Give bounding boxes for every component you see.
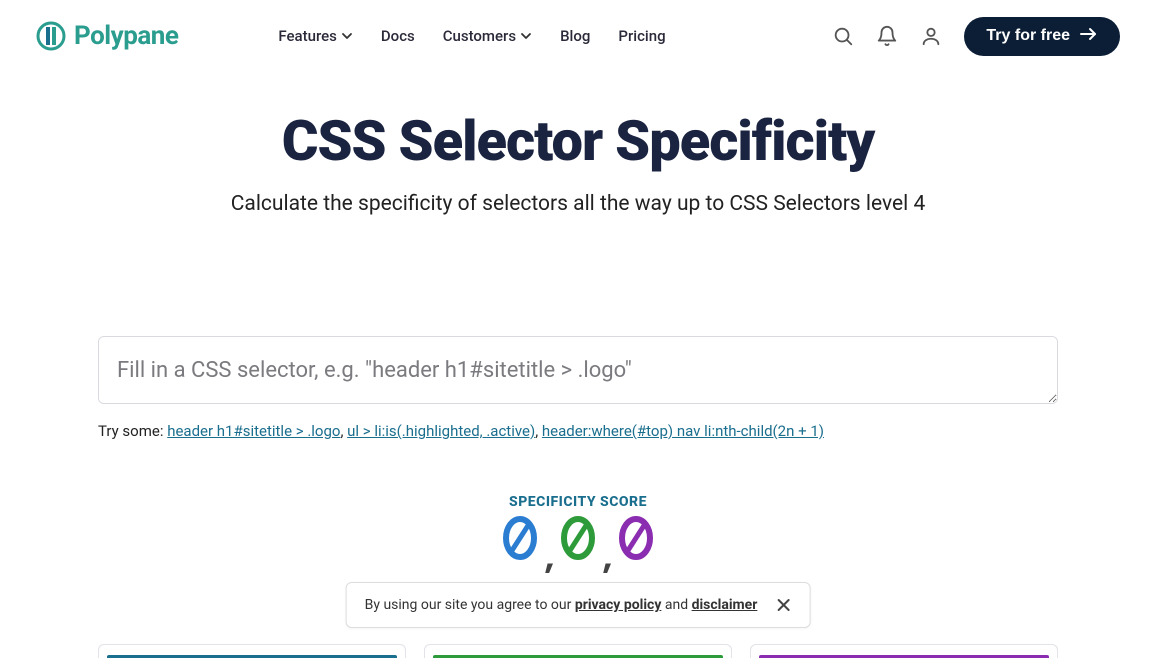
comma: , bbox=[537, 537, 561, 577]
nav-docs-label: Docs bbox=[381, 27, 415, 45]
bell-icon[interactable] bbox=[876, 25, 898, 47]
top-nav: Polypane Features Docs Customers Blog Pr… bbox=[0, 0, 1156, 72]
arrow-right-icon bbox=[1080, 27, 1098, 46]
nav-pricing[interactable]: Pricing bbox=[618, 27, 665, 45]
score-digits: , , bbox=[0, 516, 1156, 569]
try-for-free-button[interactable]: Try for free bbox=[964, 17, 1120, 56]
class-card bbox=[424, 644, 732, 658]
search-icon[interactable] bbox=[832, 25, 854, 47]
chevron-down-icon bbox=[520, 30, 532, 42]
cookie-notice: By using our site you agree to our priva… bbox=[346, 582, 811, 628]
example-link-2[interactable]: ul > li:is(.highlighted, .active) bbox=[347, 422, 535, 440]
logo[interactable]: Polypane bbox=[36, 21, 178, 51]
privacy-policy-link[interactable]: privacy policy bbox=[575, 597, 662, 613]
comma: , bbox=[595, 537, 619, 577]
try-label: Try some: bbox=[98, 422, 167, 440]
nav-docs[interactable]: Docs bbox=[381, 27, 415, 45]
cookie-text: By using our site you agree to our priva… bbox=[365, 597, 758, 613]
hero: CSS Selector Specificity Calculate the s… bbox=[0, 72, 1156, 216]
result-cards bbox=[98, 644, 1058, 658]
score-class-digit bbox=[561, 516, 595, 560]
example-link-1[interactable]: header h1#sitetitle > .logo bbox=[167, 422, 340, 440]
page-subtitle: Calculate the specificity of selectors a… bbox=[0, 192, 1156, 216]
nav-customers[interactable]: Customers bbox=[443, 27, 532, 45]
user-icon[interactable] bbox=[920, 25, 942, 47]
score-id-digit bbox=[503, 516, 537, 560]
example-link-3[interactable]: header:where(#top) nav li:nth-child(2n +… bbox=[542, 422, 824, 440]
logo-mark-icon bbox=[36, 21, 66, 51]
cta-label: Try for free bbox=[986, 27, 1070, 45]
disclaimer-link[interactable]: disclaimer bbox=[692, 597, 758, 613]
page-title: CSS Selector Specificity bbox=[0, 108, 1156, 174]
nav-features-label: Features bbox=[278, 27, 336, 45]
nav-links: Features Docs Customers Blog Pricing bbox=[278, 27, 665, 45]
score-label: SPECIFICITY SCORE bbox=[0, 494, 1156, 510]
nav-blog-label: Blog bbox=[560, 27, 590, 45]
selector-input[interactable] bbox=[98, 336, 1058, 404]
score-section: SPECIFICITY SCORE , , bbox=[0, 494, 1156, 569]
nav-features[interactable]: Features bbox=[278, 27, 352, 45]
logo-text: Polypane bbox=[74, 21, 178, 51]
try-some-row: Try some: header h1#sitetitle > .logo, u… bbox=[98, 422, 1058, 440]
score-element-digit bbox=[619, 516, 653, 560]
nav-right: Try for free bbox=[832, 17, 1120, 56]
nav-customers-label: Customers bbox=[443, 27, 516, 45]
nav-blog[interactable]: Blog bbox=[560, 27, 590, 45]
nav-pricing-label: Pricing bbox=[618, 27, 665, 45]
input-section: Try some: header h1#sitetitle > .logo, u… bbox=[98, 336, 1058, 440]
chevron-down-icon bbox=[341, 30, 353, 42]
element-card bbox=[750, 644, 1058, 658]
close-icon[interactable] bbox=[775, 597, 791, 613]
id-card bbox=[98, 644, 406, 658]
